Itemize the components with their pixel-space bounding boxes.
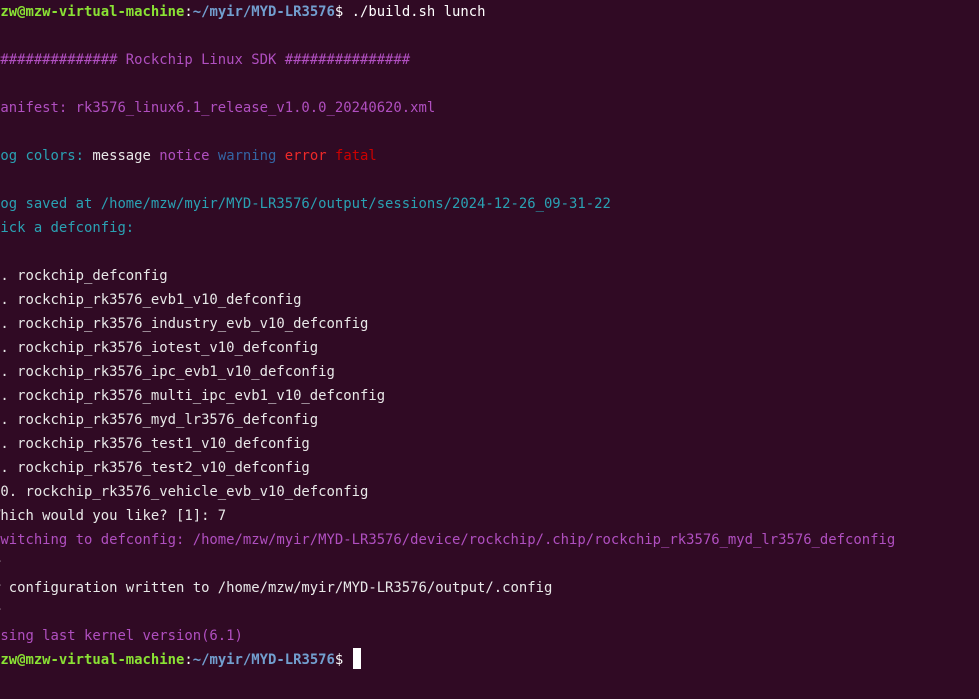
defconfig-option: 9. rockchip_rk3576_test2_v10_defconfig: [0, 460, 310, 476]
prompt-line-active[interactable]: mzw@mzw-virtual-machine:~/myir/MYD-LR357…: [0, 648, 979, 672]
defconfig-option: 10. rockchip_rk3576_vehicle_evb_v10_defc…: [0, 484, 369, 500]
log-saved-line: Log saved at /home/mzw/myir/MYD-LR3576/o…: [0, 196, 611, 212]
log-color-notice: notice: [159, 148, 210, 164]
prompt-colon: :: [184, 652, 193, 668]
prompt-colon: :: [184, 4, 193, 20]
log-color-error: error: [284, 148, 327, 164]
defconfig-option: 5. rockchip_rk3576_ipc_evb1_v10_defconfi…: [0, 364, 335, 380]
prompt-path: ~/myir/MYD-LR3576: [192, 652, 335, 668]
defconfig-option: 2. rockchip_rk3576_evb1_v10_defconfig: [0, 292, 302, 308]
defconfig-option: 6. rockchip_rk3576_multi_ipc_evb1_v10_de…: [0, 388, 386, 404]
manifest-line: Manifest: rk3576_linux6.1_release_v1.0.0…: [0, 100, 436, 116]
prompt-user-host: mzw@mzw-virtual-machine: [0, 4, 185, 20]
log-colors-line: Log colors: message notice warning error…: [0, 144, 979, 168]
log-color-message: message: [92, 148, 151, 164]
prompt-dollar: $: [334, 652, 352, 668]
defconfig-option: 8. rockchip_rk3576_test1_v10_defconfig: [0, 436, 310, 452]
defconfig-option: 4. rockchip_rk3576_iotest_v10_defconfig: [0, 340, 319, 356]
log-colors-label: Log colors:: [0, 148, 93, 164]
prompt-path: ~/myir/MYD-LR3576: [192, 4, 335, 20]
terminal-window[interactable]: mzw@mzw-virtual-machine:~/myir/MYD-LR357…: [0, 0, 979, 699]
sdk-banner: ############### Rockchip Linux SDK #####…: [0, 52, 411, 68]
config-hash-line: #: [0, 552, 979, 576]
defconfig-option: 7. rockchip_rk3576_myd_lr3576_defconfig: [0, 412, 319, 428]
command-text: ./build.sh lunch: [351, 4, 486, 20]
pick-defconfig-line: Pick a defconfig:: [0, 220, 135, 236]
which-prompt-line: Which would you like? [1]: 7: [0, 508, 227, 524]
config-hash-line: #: [0, 600, 979, 624]
config-written-line: # configuration written to /home/mzw/myi…: [0, 580, 553, 596]
defconfig-option: 1. rockchip_defconfig: [0, 268, 168, 284]
text-cursor[interactable]: [352, 648, 361, 669]
kernel-version-line: Using last kernel version(6.1): [0, 628, 243, 644]
switching-line: Switching to defconfig: /home/mzw/myir/M…: [0, 532, 896, 548]
log-color-warning: warning: [217, 148, 277, 164]
prompt-line: mzw@mzw-virtual-machine:~/myir/MYD-LR357…: [0, 0, 979, 24]
prompt-dollar: $: [334, 4, 352, 20]
terminal-output: mzw@mzw-virtual-machine:~/myir/MYD-LR357…: [0, 0, 979, 672]
defconfig-option: 3. rockchip_rk3576_industry_evb_v10_defc…: [0, 316, 369, 332]
prompt-user-host: mzw@mzw-virtual-machine: [0, 652, 185, 668]
log-color-fatal: fatal: [334, 148, 377, 164]
